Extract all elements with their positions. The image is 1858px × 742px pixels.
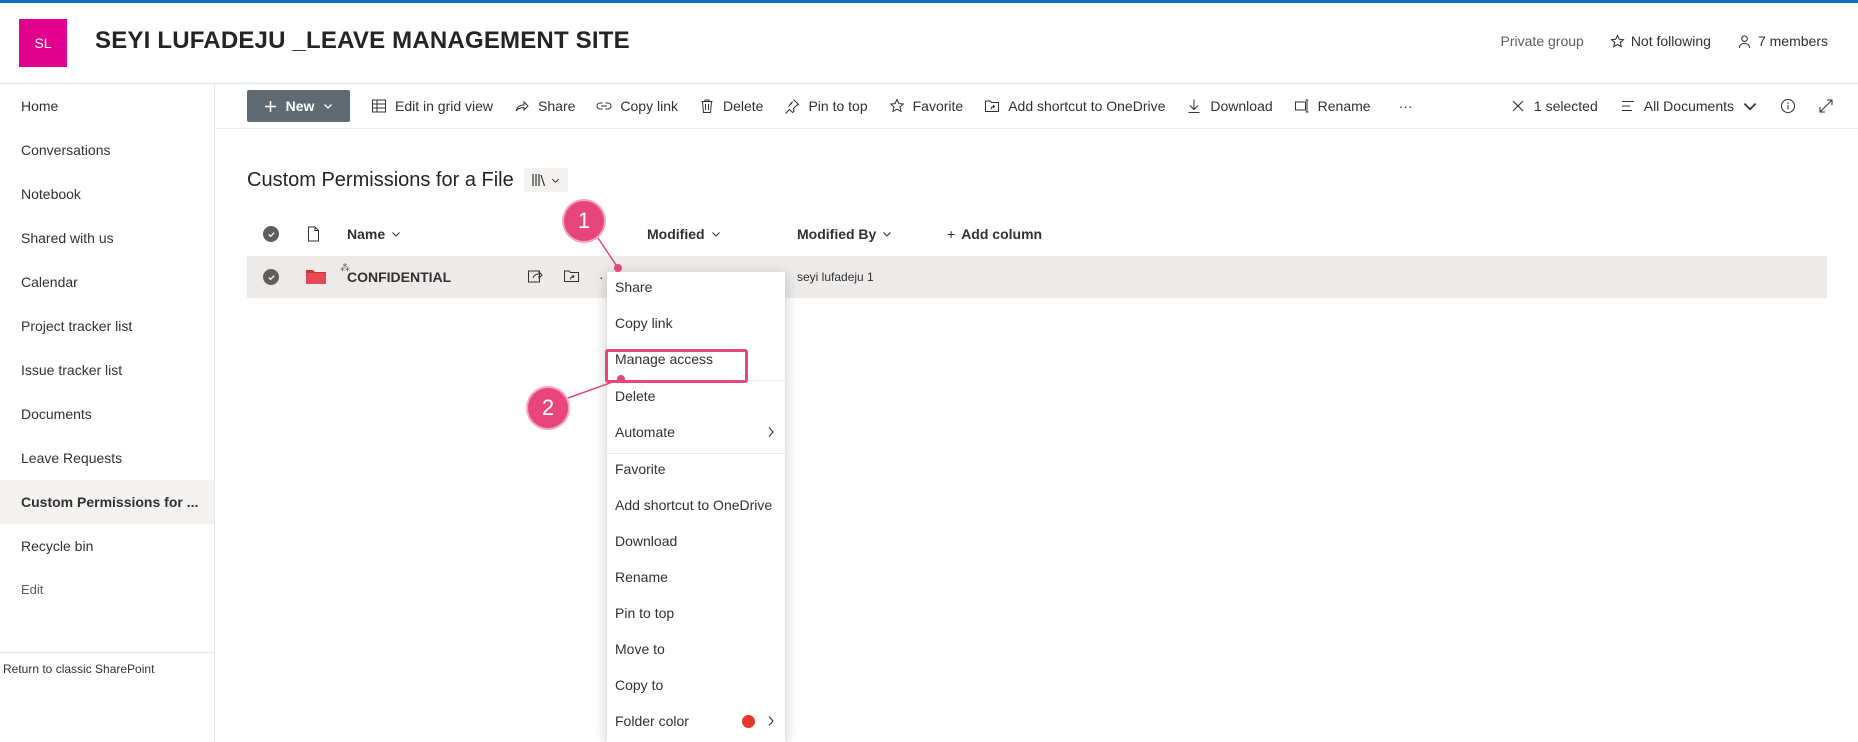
callout-badge-1: 1 [564,201,604,241]
callout-badge-2: 2 [528,388,568,428]
callout-1-anchor [614,264,622,272]
callout-connector-lines [567,237,622,399]
callout-2-anchor [617,375,625,383]
